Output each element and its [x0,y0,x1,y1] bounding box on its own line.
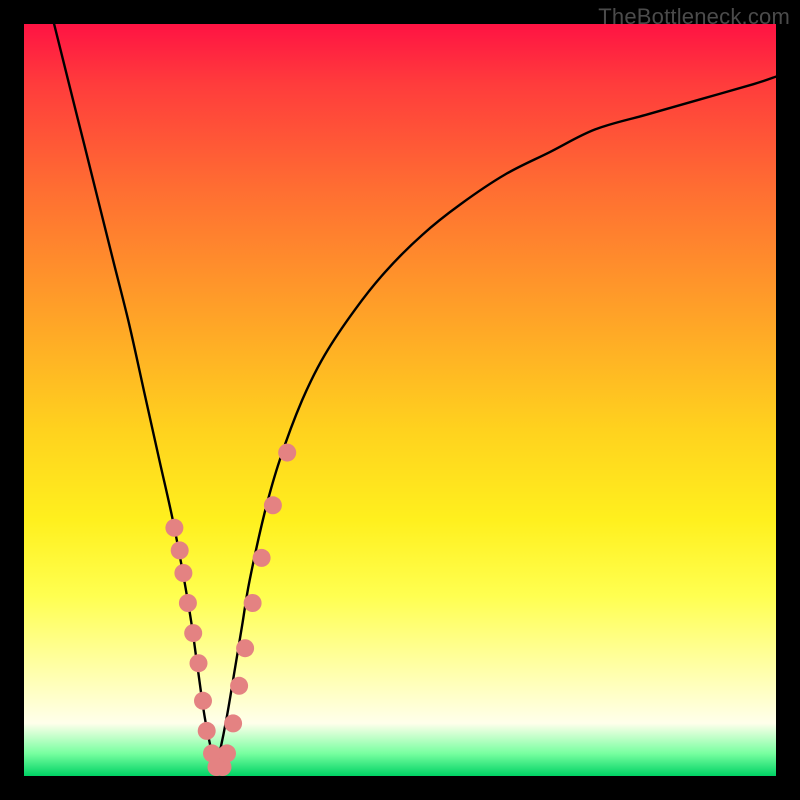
curve-marker [190,654,208,672]
watermark-text: TheBottleneck.com [598,4,790,30]
chart-plot-area [24,24,776,776]
curve-marker [264,496,282,514]
curve-marker [236,639,254,657]
curve-marker [253,549,271,567]
curve-marker [224,714,242,732]
curve-markers [165,444,296,776]
curve-marker [165,519,183,537]
curve-marker [278,444,296,462]
curve-marker [179,594,197,612]
curve-marker [184,624,202,642]
bottleneck-curve-path [54,24,776,769]
curve-marker [194,692,212,710]
curve-marker [171,541,189,559]
curve-marker [218,744,236,762]
curve-svg [24,24,776,776]
curve-marker [174,564,192,582]
curve-marker [198,722,216,740]
curve-marker [244,594,262,612]
curve-marker [230,677,248,695]
